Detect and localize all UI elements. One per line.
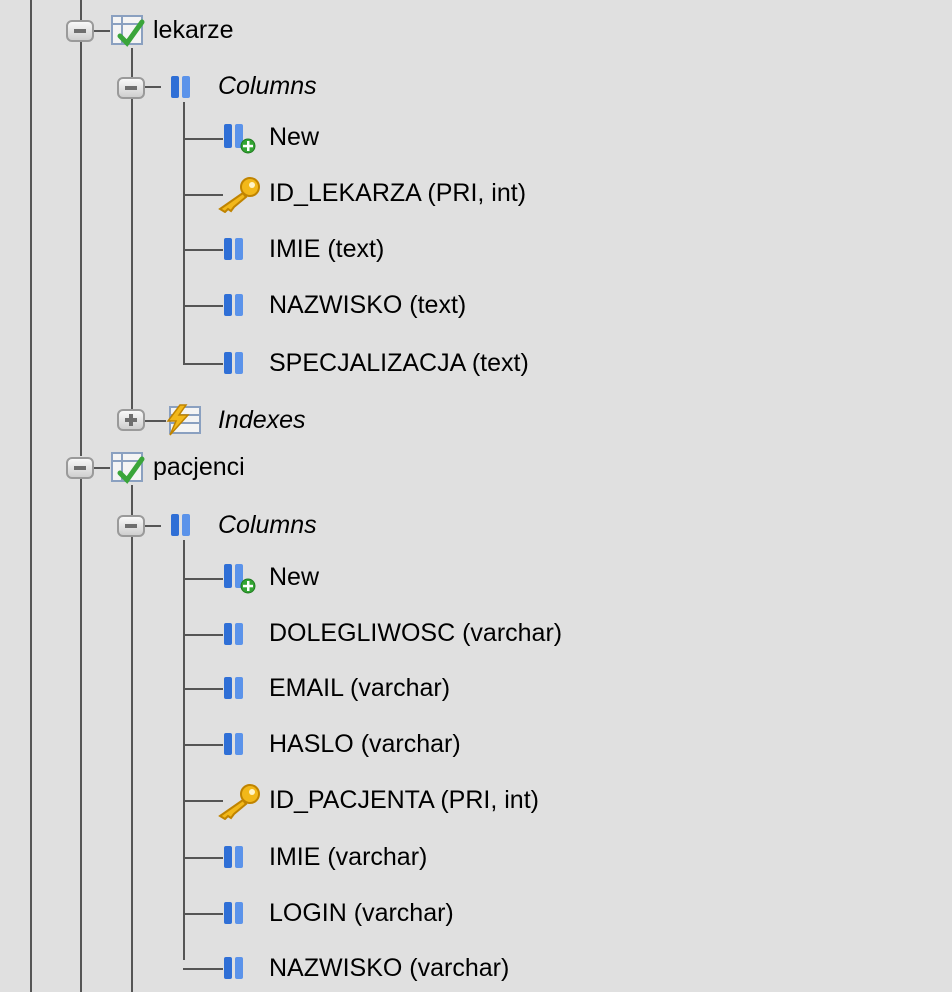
tree-branch (183, 744, 223, 746)
tree-line-lekarze-columns (183, 102, 185, 364)
column-item[interactable]: LOGIN (varchar) (269, 898, 454, 928)
column-icon (224, 294, 243, 316)
column-item[interactable]: ID_LEKARZA (PRI, int) (269, 178, 526, 208)
collapse-toggle-pacjenci[interactable] (66, 457, 94, 479)
tree-branch (183, 363, 223, 365)
column-item[interactable]: HASLO (varchar) (269, 729, 461, 759)
collapse-toggle-lekarze[interactable] (66, 20, 94, 42)
tree-line-pacjenci-columns (183, 540, 185, 960)
table-icon (111, 15, 145, 47)
column-item[interactable]: NAZWISKO (text) (269, 290, 466, 320)
new-column-link[interactable]: New (269, 122, 319, 152)
indexes-group-label[interactable]: Indexes (218, 405, 306, 435)
collapse-toggle-columns[interactable] (117, 515, 145, 537)
column-item[interactable]: DOLEGLIWOSC (varchar) (269, 618, 562, 648)
columns-icon (171, 76, 190, 98)
tree-line-root-continued (80, 470, 82, 992)
primary-key-icon (218, 784, 260, 820)
new-column-icon (224, 124, 256, 154)
collapse-toggle-columns[interactable] (117, 77, 145, 99)
column-icon (224, 238, 243, 260)
tree-branch (183, 578, 223, 580)
tree-branch (183, 305, 223, 307)
columns-icon (171, 514, 190, 536)
tree-branch (183, 857, 223, 859)
tree-branch (183, 138, 223, 140)
column-icon (224, 733, 243, 755)
navigation-tree: lekarze Columns New ID_LEKARZA (PRI, int… (0, 0, 952, 992)
column-icon (224, 677, 243, 699)
tree-line-pacjenci (131, 485, 133, 992)
column-icon (224, 957, 243, 979)
table-icon (111, 452, 145, 484)
table-name-lekarze[interactable]: lekarze (153, 15, 234, 45)
expand-toggle-indexes[interactable] (117, 409, 145, 431)
columns-group-label[interactable]: Columns (218, 510, 317, 540)
indexes-icon (166, 404, 201, 436)
new-column-link[interactable]: New (269, 562, 319, 592)
table-name-pacjenci[interactable]: pacjenci (153, 452, 245, 482)
tree-branch (183, 249, 223, 251)
column-item[interactable]: NAZWISKO (varchar) (269, 953, 509, 983)
column-icon (224, 902, 243, 924)
tree-branch (183, 634, 223, 636)
columns-group-label[interactable]: Columns (218, 71, 317, 101)
new-column-icon (224, 564, 256, 594)
column-item[interactable]: EMAIL (varchar) (269, 673, 450, 703)
column-item[interactable]: IMIE (text) (269, 234, 384, 264)
tree-line-root-left (30, 0, 32, 992)
tree-branch (183, 913, 223, 915)
column-item[interactable]: SPECJALIZACJA (text) (269, 348, 529, 378)
column-item[interactable]: ID_PACJENTA (PRI, int) (269, 785, 539, 815)
tree-line-root (80, 0, 82, 456)
column-item[interactable]: IMIE (varchar) (269, 842, 427, 872)
column-icon (224, 352, 243, 374)
tree-line-lekarze (131, 48, 133, 420)
tree-branch (183, 688, 223, 690)
column-icon (224, 846, 243, 868)
primary-key-icon (218, 177, 260, 213)
column-icon (224, 623, 243, 645)
tree-branch (183, 968, 223, 970)
